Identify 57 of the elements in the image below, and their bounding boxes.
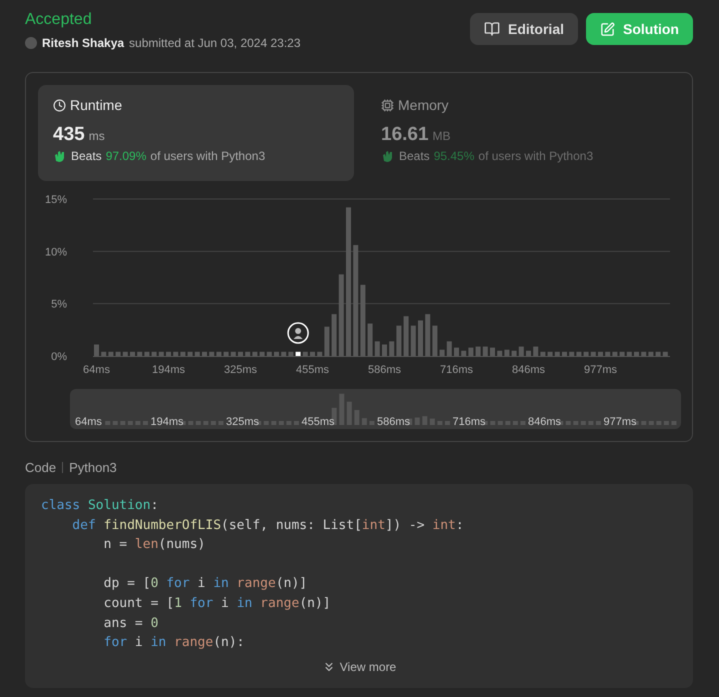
- code-label: Code: [25, 460, 56, 475]
- navigator-label: 846ms: [528, 416, 562, 428]
- beats-percent: 97.09%: [106, 149, 146, 163]
- user-name[interactable]: Ritesh Shakya: [42, 36, 124, 50]
- stat-unit: ms: [88, 129, 105, 143]
- editorial-button[interactable]: Editorial: [470, 13, 578, 45]
- submission-time: submitted at Jun 03, 2024 23:23: [129, 36, 301, 50]
- navigator-label: 586ms: [377, 416, 410, 428]
- code-line: class Solution:: [41, 497, 160, 515]
- clapping-hands-icon: [381, 149, 395, 163]
- code-line: ans = 0: [102, 614, 160, 633]
- status-text: Accepted: [25, 10, 93, 30]
- beats-suffix: of users with Python3: [150, 149, 266, 163]
- beats-suffix: of users with Python3: [478, 149, 594, 163]
- axis-label: 455ms: [296, 364, 330, 376]
- axis-label: 325ms: [224, 364, 258, 376]
- axis-label: 194ms: [152, 364, 186, 376]
- code-line: for i in range(n):: [102, 634, 246, 652]
- clock-icon: [53, 98, 66, 112]
- axis-label: 64ms: [83, 364, 110, 376]
- axis-label: 0%: [51, 351, 67, 363]
- navigator-label: 194ms: [150, 416, 184, 428]
- user-marker-icon: [287, 322, 309, 344]
- stat-title: Runtime: [70, 97, 122, 113]
- navigator-label: 455ms: [302, 416, 335, 428]
- beats-text: Beats: [71, 149, 102, 163]
- edit-icon: [600, 22, 615, 36]
- stat-tab[interactable]: Memory 16.61 MB Beats 95.45% of users with Python3: [366, 85, 680, 181]
- language-label: Python3: [69, 460, 117, 475]
- navigator-label: 977ms: [604, 416, 637, 428]
- axis-label: 846ms: [512, 364, 546, 376]
- axis-label: 586ms: [368, 364, 402, 376]
- range-navigator[interactable]: 64ms 194ms 325ms 455ms 586ms 716ms 846ms 977ms: [70, 389, 681, 429]
- code-line: count = [1 for i in range(n)]: [102, 594, 332, 613]
- stat-value: 16.61: [381, 124, 429, 146]
- axis-label: 716ms: [440, 364, 474, 376]
- axis-label: 15%: [44, 194, 67, 206]
- view-more-button[interactable]: View more: [316, 658, 402, 675]
- beats-text: Beats: [399, 149, 430, 163]
- stat-unit: MB: [432, 129, 451, 143]
- avatar: [25, 37, 37, 49]
- code-line: def findNumberOfLIS(self, nums: List[int]) -> int:: [71, 516, 465, 535]
- book-icon: [484, 21, 500, 37]
- navigator-label: 716ms: [452, 416, 486, 428]
- clapping-hands-icon: [53, 149, 67, 163]
- axis-label: 5%: [51, 298, 67, 311]
- code-line: n = len(nums): [102, 536, 206, 554]
- stat-value: 435: [53, 124, 85, 146]
- chip-icon: [381, 98, 394, 112]
- axis-label: 10%: [44, 246, 67, 258]
- axis-label: 977ms: [584, 364, 618, 376]
- stat-title: Memory: [398, 97, 449, 113]
- code-line: dp = [0 for i in range(n)]: [102, 575, 308, 594]
- stat-tab[interactable]: Runtime 435 ms Beats 97.09% of users with Python3: [38, 85, 354, 181]
- navigator-label: 64ms: [75, 416, 102, 428]
- navigator-label: 325ms: [226, 416, 260, 428]
- beats-percent: 95.45%: [434, 149, 474, 163]
